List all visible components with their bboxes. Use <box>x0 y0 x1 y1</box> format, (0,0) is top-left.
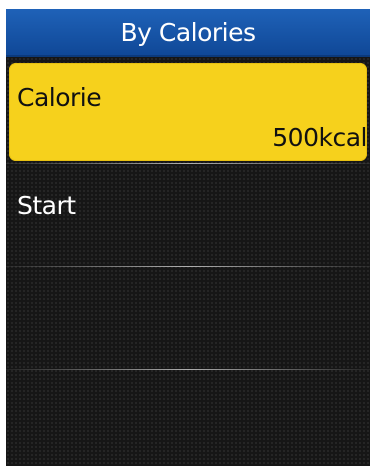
menu-item-start[interactable]: Start <box>6 169 370 265</box>
menu-item-calorie[interactable]: Calorie 500kcal <box>9 63 367 161</box>
menu-item-label: Start <box>17 191 76 220</box>
screen-title: By Calories <box>6 9 370 57</box>
device-screen: By Calories Calorie 500kcal Start <box>6 9 370 466</box>
menu-item-empty <box>6 267 370 368</box>
menu-item-empty <box>6 370 370 466</box>
menu-item-value: 500kcal <box>272 123 367 152</box>
menu-item-label: Calorie <box>17 83 102 112</box>
menu-divider <box>6 163 370 164</box>
